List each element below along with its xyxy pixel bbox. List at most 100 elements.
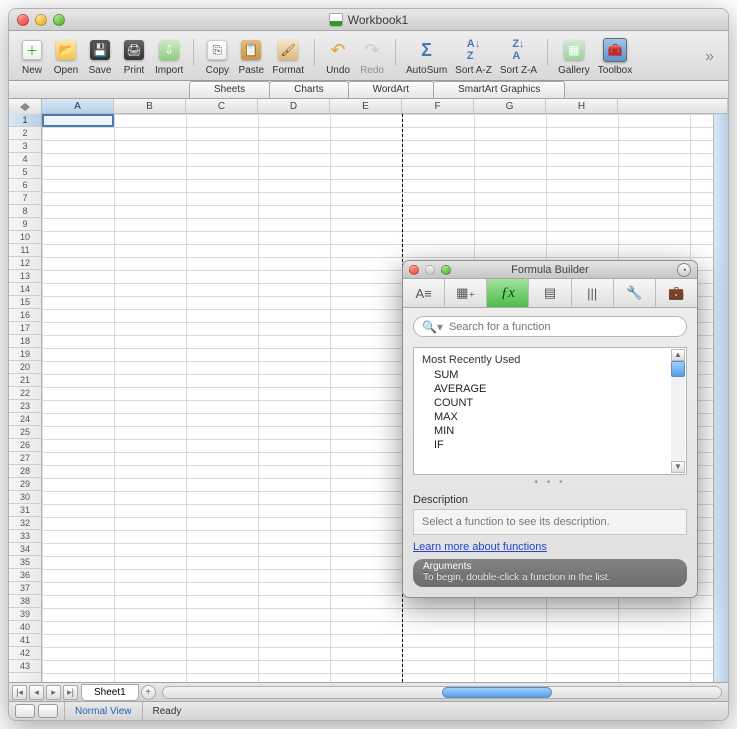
scroll-up-button[interactable]: ▲ — [671, 349, 685, 361]
function-item[interactable]: MAX — [414, 410, 686, 424]
row-header-35[interactable]: 35 — [9, 556, 41, 569]
row-header-29[interactable]: 29 — [9, 478, 41, 491]
import-button[interactable]: ⇩Import — [151, 35, 187, 78]
resize-grip[interactable]: • • • — [413, 477, 687, 488]
function-search-field[interactable]: 🔍▾ — [413, 316, 687, 337]
function-item[interactable]: COUNT — [414, 396, 686, 410]
row-header-36[interactable]: 36 — [9, 569, 41, 582]
formula-builder-palette[interactable]: Formula Builder ◔ A≡ ▦₊ ƒx ▤ ||| 🔧 💼 🔍▾ … — [402, 260, 698, 598]
row-header-37[interactable]: 37 — [9, 582, 41, 595]
palette-tab-formatting[interactable]: A≡ — [403, 279, 445, 307]
row-header-34[interactable]: 34 — [9, 543, 41, 556]
function-item[interactable]: SUM — [414, 368, 686, 382]
palette-tab-projects[interactable]: 💼 — [656, 279, 697, 307]
tab-nav-next[interactable]: ▸ — [46, 685, 61, 700]
row-header-21[interactable]: 21 — [9, 374, 41, 387]
row-header-20[interactable]: 20 — [9, 361, 41, 374]
palette-tab-formula[interactable]: ƒx — [487, 279, 529, 307]
row-header-12[interactable]: 12 — [9, 257, 41, 270]
scroll-thumb[interactable] — [671, 361, 685, 377]
row-header-1[interactable]: 1 — [9, 114, 41, 127]
row-header-38[interactable]: 38 — [9, 595, 41, 608]
learn-more-link[interactable]: Learn more about functions — [413, 541, 687, 553]
tab-smartart[interactable]: SmartArt Graphics — [433, 81, 565, 98]
palette-tab-reference[interactable]: ||| — [572, 279, 614, 307]
row-header-5[interactable]: 5 — [9, 166, 41, 179]
tab-nav-prev[interactable]: ◂ — [29, 685, 44, 700]
function-item[interactable]: IF — [414, 438, 686, 452]
row-header-9[interactable]: 9 — [9, 218, 41, 231]
row-header-22[interactable]: 22 — [9, 387, 41, 400]
save-button[interactable]: 💾Save — [83, 35, 117, 78]
row-header-13[interactable]: 13 — [9, 270, 41, 283]
select-all-corner[interactable] — [9, 99, 42, 114]
row-header-17[interactable]: 17 — [9, 322, 41, 335]
copy-button[interactable]: ⎘Copy — [200, 35, 234, 78]
row-header-2[interactable]: 2 — [9, 127, 41, 140]
undo-button[interactable]: ↶Undo — [321, 35, 355, 78]
row-header-3[interactable]: 3 — [9, 140, 41, 153]
col-header-D[interactable]: D — [258, 99, 330, 113]
horizontal-scrollbar[interactable] — [162, 686, 722, 699]
row-header-25[interactable]: 25 — [9, 426, 41, 439]
row-header-32[interactable]: 32 — [9, 517, 41, 530]
row-header-14[interactable]: 14 — [9, 283, 41, 296]
row-header-27[interactable]: 27 — [9, 452, 41, 465]
col-header-H[interactable]: H — [546, 99, 618, 113]
print-button[interactable]: 🖨Print — [117, 35, 151, 78]
row-header-24[interactable]: 24 — [9, 413, 41, 426]
row-header-39[interactable]: 39 — [9, 608, 41, 621]
new-button[interactable]: ＋New — [15, 35, 49, 78]
tab-wordart[interactable]: WordArt — [348, 81, 435, 98]
format-button[interactable]: 🖌Format — [268, 35, 308, 78]
row-header-43[interactable]: 43 — [9, 660, 41, 673]
autosum-button[interactable]: ΣAutoSum — [402, 35, 451, 78]
col-header-F[interactable]: F — [402, 99, 474, 113]
view-page-button[interactable] — [38, 704, 58, 718]
col-header-B[interactable]: B — [114, 99, 186, 113]
sort-za-button[interactable]: Z↓ASort Z-A — [496, 35, 541, 78]
active-cell[interactable] — [42, 114, 114, 127]
row-header-26[interactable]: 26 — [9, 439, 41, 452]
function-item[interactable]: MIN — [414, 424, 686, 438]
row-header-8[interactable]: 8 — [9, 205, 41, 218]
palette-tab-scrapbook[interactable]: ▤ — [529, 279, 571, 307]
open-button[interactable]: 📂Open — [49, 35, 83, 78]
row-header-33[interactable]: 33 — [9, 530, 41, 543]
row-header-16[interactable]: 16 — [9, 309, 41, 322]
row-header-11[interactable]: 11 — [9, 244, 41, 257]
col-header-E[interactable]: E — [330, 99, 402, 113]
row-header-15[interactable]: 15 — [9, 296, 41, 309]
row-header-7[interactable]: 7 — [9, 192, 41, 205]
col-header-G[interactable]: G — [474, 99, 546, 113]
row-header-30[interactable]: 30 — [9, 491, 41, 504]
function-item[interactable]: AVERAGE — [414, 382, 686, 396]
col-header-A[interactable]: A — [42, 99, 114, 113]
add-sheet-button[interactable]: + — [141, 685, 156, 700]
palette-tab-object[interactable]: ▦₊ — [445, 279, 487, 307]
palette-titlebar[interactable]: Formula Builder ◔ — [403, 261, 697, 279]
function-search-input[interactable] — [449, 321, 678, 333]
palette-tab-compatibility[interactable]: 🔧 — [614, 279, 656, 307]
toolbar-overflow-button[interactable]: » — [697, 44, 722, 70]
tab-sheets[interactable]: Sheets — [189, 81, 270, 98]
row-header-41[interactable]: 41 — [9, 634, 41, 647]
row-header-6[interactable]: 6 — [9, 179, 41, 192]
toolbox-button[interactable]: 🧰Toolbox — [594, 35, 636, 78]
paste-button[interactable]: 📋Paste — [234, 35, 268, 78]
tab-charts[interactable]: Charts — [269, 81, 348, 98]
function-list[interactable]: Most Recently Used SUM AVERAGE COUNT MAX… — [413, 347, 687, 475]
vertical-scrollbar[interactable] — [713, 114, 728, 682]
row-header-4[interactable]: 4 — [9, 153, 41, 166]
row-header-18[interactable]: 18 — [9, 335, 41, 348]
tab-nav-first[interactable]: |◂ — [12, 685, 27, 700]
function-list-scrollbar[interactable]: ▲ ▼ — [671, 349, 685, 473]
gallery-button[interactable]: ▦Gallery — [554, 35, 594, 78]
row-header-19[interactable]: 19 — [9, 348, 41, 361]
row-header-40[interactable]: 40 — [9, 621, 41, 634]
row-header-31[interactable]: 31 — [9, 504, 41, 517]
scroll-down-button[interactable]: ▼ — [671, 461, 685, 473]
tab-nav-last[interactable]: ▸| — [63, 685, 78, 700]
view-normal-button[interactable] — [15, 704, 35, 718]
row-header-42[interactable]: 42 — [9, 647, 41, 660]
